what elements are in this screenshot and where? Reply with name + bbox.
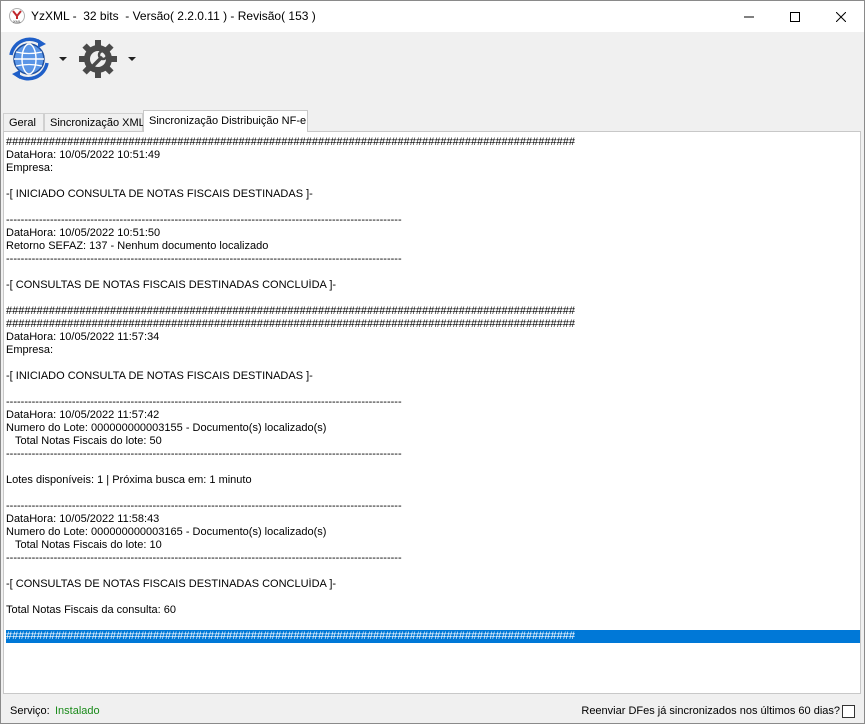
- log-line: DataHora: 10/05/2022 11:57:42: [6, 409, 160, 421]
- log-line: ########################################…: [6, 136, 575, 148]
- app-window: XML YzXML - 32 bits - Versão( 2.2.0.11 )…: [0, 0, 865, 724]
- service-label: Serviço:: [10, 705, 50, 717]
- log-line: Total Notas Fiscais do lote: 10: [6, 539, 162, 551]
- minimize-button[interactable]: [726, 1, 772, 32]
- settings-dropdown-arrow-icon[interactable]: [128, 57, 136, 61]
- status-bar: Serviço: Instalado Reenviar DFes já sinc…: [1, 701, 864, 723]
- tab-geral[interactable]: Geral: [3, 113, 44, 131]
- maximize-button[interactable]: [772, 1, 818, 32]
- log-line: DataHora: 10/05/2022 11:57:34: [6, 331, 160, 343]
- log-line: Empresa:: [6, 344, 54, 356]
- log-line: ----------------------------------------…: [6, 396, 402, 408]
- log-line: Lotes disponíveis: 1 | Próxima busca em:…: [6, 474, 252, 486]
- log-line: Numero do Lote: 000000000003155 - Docume…: [6, 422, 327, 434]
- title-bar: XML YzXML - 32 bits - Versão( 2.2.0.11 )…: [1, 1, 864, 32]
- globe-sync-button[interactable]: [7, 37, 51, 81]
- log-line: -[ CONSULTAS DE NOTAS FISCAIS DESTINADAS…: [6, 578, 337, 590]
- log-line: Empresa:: [6, 162, 54, 174]
- log-line: ########################################…: [6, 318, 575, 330]
- log-line: -[ INICIADO CONSULTA DE NOTAS FISCAIS DE…: [6, 188, 313, 200]
- log-line: ----------------------------------------…: [6, 500, 402, 512]
- service-status-value: Instalado: [55, 705, 100, 717]
- log-line: ----------------------------------------…: [6, 253, 402, 265]
- close-icon: [836, 11, 846, 22]
- tab-strip: Geral Sincronização XML Sincronização Di…: [1, 109, 864, 132]
- tab-sincronizacao-xml[interactable]: Sincronização XML: [44, 113, 145, 131]
- log-panel[interactable]: ########################################…: [3, 131, 861, 694]
- resend-dfes-checkbox[interactable]: [842, 705, 855, 718]
- app-logo-icon: XML: [9, 8, 25, 24]
- log-text-area[interactable]: ########################################…: [6, 136, 860, 643]
- gear-wrench-icon: [79, 40, 117, 78]
- log-line: ----------------------------------------…: [6, 214, 402, 226]
- log-line: ----------------------------------------…: [6, 552, 402, 564]
- minimize-icon: [744, 16, 754, 17]
- log-line: -[ CONSULTAS DE NOTAS FISCAIS DESTINADAS…: [6, 279, 337, 291]
- log-line: Numero do Lote: 000000000003165 - Docume…: [6, 526, 327, 538]
- tab-sincronizacao-distribuicao-nfe[interactable]: Sincronização Distribuição NF-e: [143, 110, 308, 132]
- globe-sync-icon: [9, 37, 49, 81]
- window-title: YzXML - 32 bits - Versão( 2.2.0.11 ) - R…: [31, 9, 316, 23]
- globe-dropdown-arrow-icon[interactable]: [59, 57, 67, 61]
- maximize-icon: [790, 11, 800, 22]
- close-button[interactable]: [818, 1, 864, 32]
- resend-dfes-label: Reenviar DFes já sincronizados nos últim…: [581, 705, 840, 717]
- log-line: DataHora: 10/05/2022 11:58:43: [6, 513, 160, 525]
- log-line: DataHora: 10/05/2022 10:51:50: [6, 227, 161, 239]
- log-line: DataHora: 10/05/2022 10:51:49: [6, 149, 161, 161]
- settings-button[interactable]: [76, 37, 120, 81]
- toolbar: [1, 32, 864, 90]
- log-line: Retorno SEFAZ: 137 - Nenhum documento lo…: [6, 240, 269, 252]
- log-line: ----------------------------------------…: [6, 448, 402, 460]
- svg-text:XML: XML: [13, 19, 22, 24]
- log-line: Total Notas Fiscais da consulta: 60: [6, 604, 176, 616]
- log-line: Total Notas Fiscais do lote: 50: [6, 435, 162, 447]
- log-line: ########################################…: [6, 305, 575, 317]
- log-line: ########################################…: [6, 630, 860, 643]
- log-line: -[ INICIADO CONSULTA DE NOTAS FISCAIS DE…: [6, 370, 313, 382]
